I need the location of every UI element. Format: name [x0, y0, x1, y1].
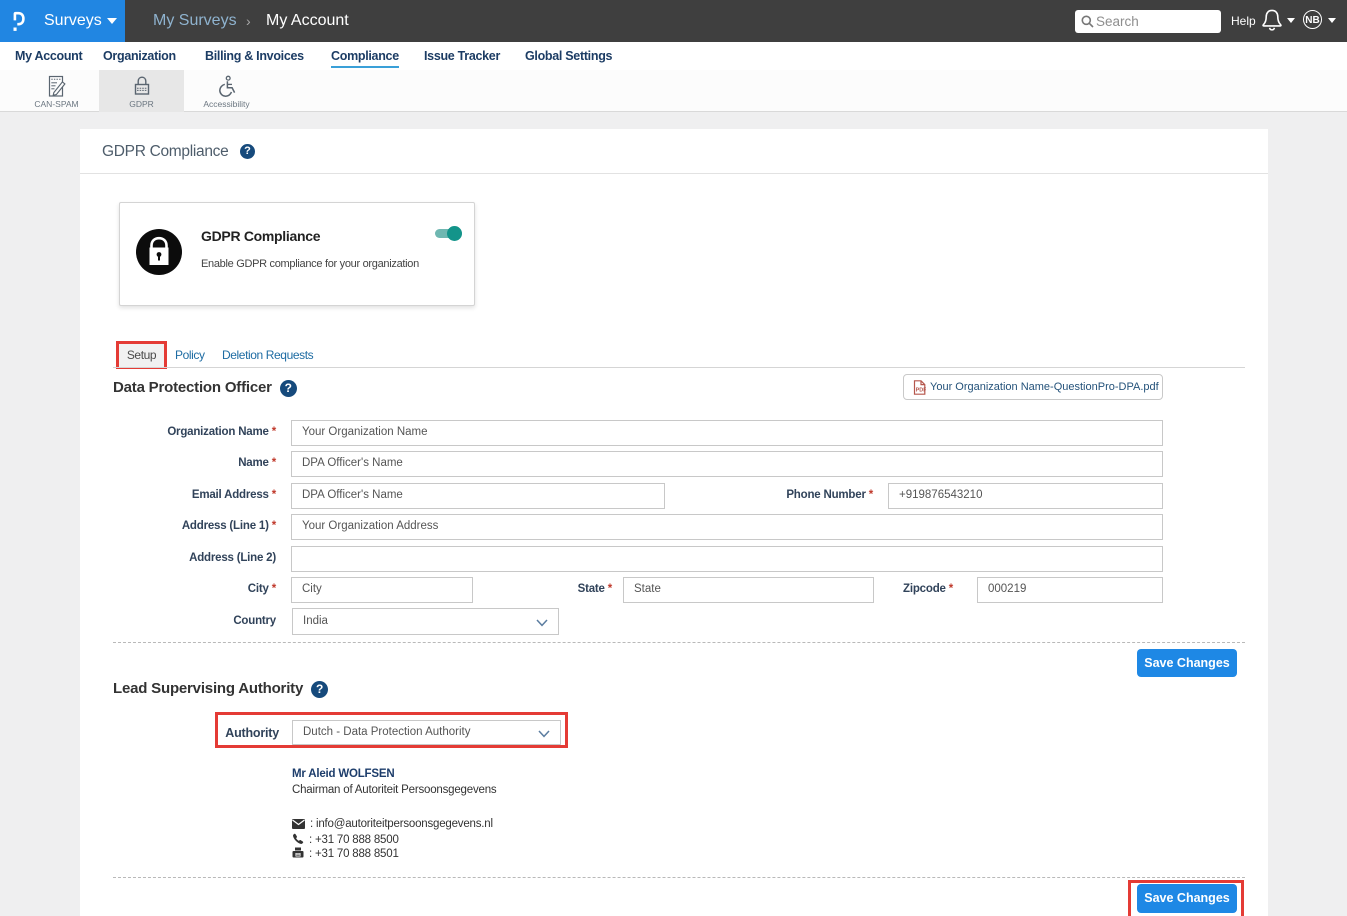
svg-text:PDF: PDF — [916, 388, 926, 394]
